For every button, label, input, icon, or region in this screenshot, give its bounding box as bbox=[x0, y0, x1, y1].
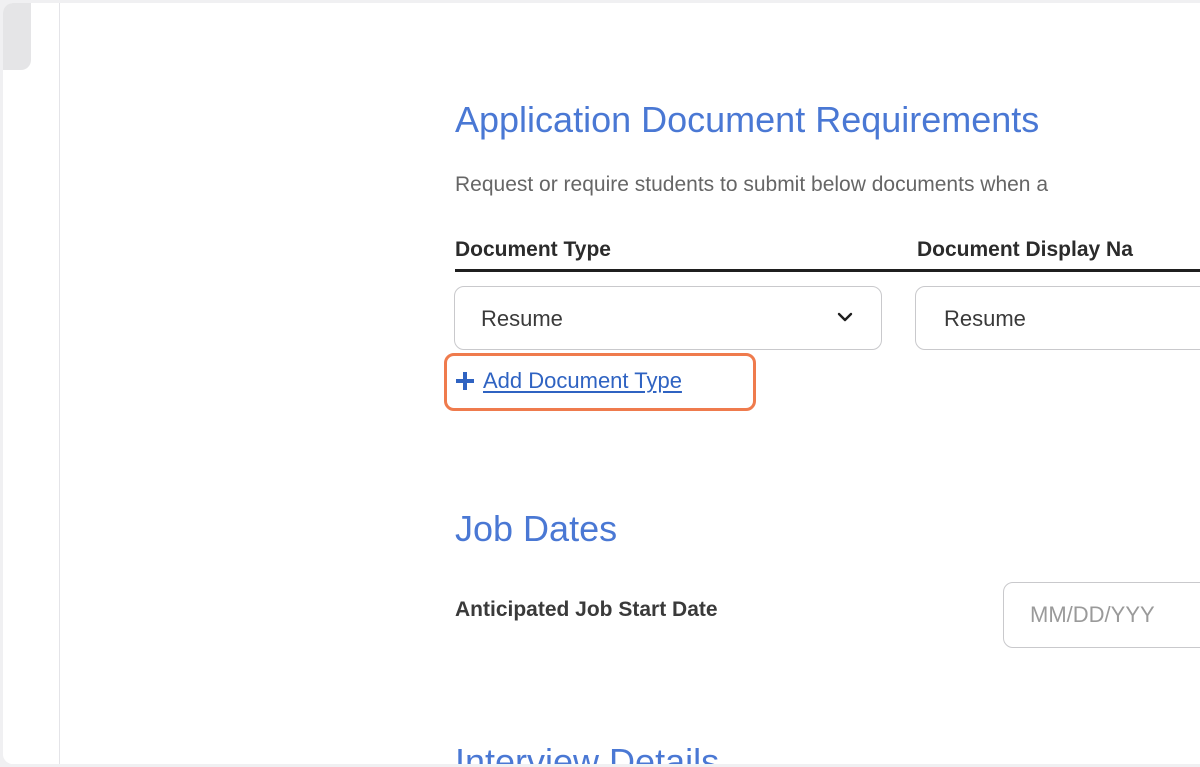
page-frame: Application Document Requirements Reques… bbox=[3, 3, 1200, 764]
plus-icon bbox=[456, 372, 474, 390]
anticipated-start-date-label: Anticipated Job Start Date bbox=[455, 598, 718, 621]
documents-section-title: Application Document Requirements bbox=[455, 99, 1040, 140]
add-document-type-label: Add Document Type bbox=[483, 368, 682, 393]
document-display-name-column-header: Document Display Na bbox=[917, 238, 1133, 261]
document-display-name-value: Resume bbox=[944, 306, 1026, 331]
main-content: Application Document Requirements Reques… bbox=[3, 3, 1200, 764]
document-type-column-header: Document Type bbox=[455, 238, 611, 261]
document-type-selected-value: Resume bbox=[481, 306, 563, 331]
job-dates-section-title: Job Dates bbox=[455, 508, 618, 549]
chevron-down-icon bbox=[837, 312, 853, 322]
document-display-name-input[interactable]: Resume bbox=[915, 286, 1200, 350]
document-type-select[interactable]: Resume bbox=[454, 286, 882, 350]
documents-section-description: Request or require students to submit be… bbox=[455, 173, 1048, 196]
add-document-type-link[interactable]: Add Document Type bbox=[455, 368, 682, 394]
anticipated-start-date-input[interactable] bbox=[1003, 582, 1200, 648]
table-header-divider bbox=[455, 269, 1200, 272]
interview-section-title: Interview Details bbox=[455, 741, 720, 764]
